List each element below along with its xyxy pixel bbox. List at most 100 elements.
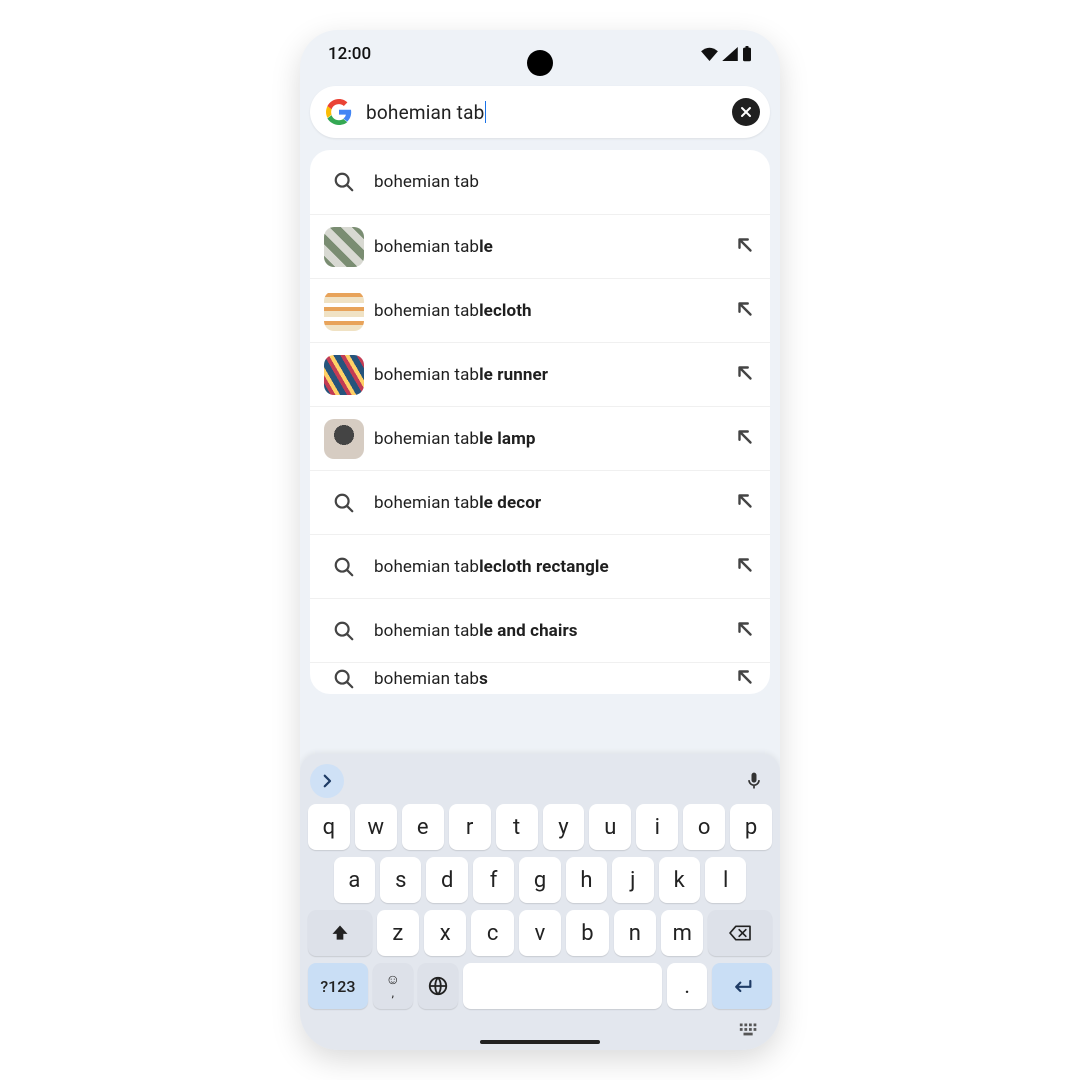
enter-icon: [730, 976, 754, 996]
key-g[interactable]: g: [519, 857, 560, 903]
key-w[interactable]: w: [355, 804, 397, 850]
suggestion-row[interactable]: bohemian table: [310, 214, 770, 278]
key-o[interactable]: o: [683, 804, 725, 850]
suggestion-text: bohemian table: [374, 237, 734, 257]
key-language[interactable]: [418, 963, 458, 1009]
key-f[interactable]: f: [473, 857, 514, 903]
insert-arrow-icon[interactable]: [734, 618, 756, 640]
key-v[interactable]: v: [519, 910, 561, 956]
key-p[interactable]: p: [730, 804, 772, 850]
key-d[interactable]: d: [426, 857, 467, 903]
search-icon: [333, 620, 355, 642]
keyboard-util-row: [306, 1016, 774, 1040]
key-emoji-comma[interactable]: ☺,: [373, 963, 413, 1009]
key-e[interactable]: e: [402, 804, 444, 850]
key-a[interactable]: a: [334, 857, 375, 903]
signal-icon: [722, 47, 738, 61]
suggestion-row[interactable]: bohemian tablecloth: [310, 278, 770, 342]
key-shift[interactable]: [308, 910, 372, 956]
key-numsym[interactable]: ?123: [308, 963, 368, 1009]
suggestion-prefix: bohemian tab: [374, 301, 479, 321]
suggestion-row[interactable]: bohemian tablecloth rectangle: [310, 534, 770, 598]
insert-arrow-icon[interactable]: [734, 490, 756, 512]
key-i[interactable]: i: [636, 804, 678, 850]
insert-suggestion-button[interactable]: [734, 362, 756, 388]
nav-handle[interactable]: [480, 1040, 600, 1044]
insert-suggestion-button[interactable]: [734, 490, 756, 516]
insert-arrow-icon[interactable]: [734, 362, 756, 384]
status-bar: 12:00: [300, 30, 780, 78]
key-m[interactable]: m: [661, 910, 703, 956]
insert-arrow-icon[interactable]: [734, 234, 756, 256]
key-b[interactable]: b: [566, 910, 608, 956]
key-backspace[interactable]: [708, 910, 772, 956]
thumb-image: [324, 291, 364, 331]
keyboard-switch-icon[interactable]: [738, 1018, 760, 1040]
search-bar[interactable]: bohemian tab: [310, 86, 770, 138]
key-t[interactable]: t: [496, 804, 538, 850]
thumb-image: [324, 419, 364, 459]
key-k[interactable]: k: [659, 857, 700, 903]
suggestion-search-icon: [324, 483, 364, 523]
suggestion-row[interactable]: bohemian tab: [310, 150, 770, 214]
key-z[interactable]: z: [377, 910, 419, 956]
key-c[interactable]: c: [471, 910, 513, 956]
suggestion-row[interactable]: bohemian table lamp: [310, 406, 770, 470]
key-h[interactable]: h: [566, 857, 607, 903]
backspace-icon: [728, 923, 752, 943]
key-l[interactable]: l: [705, 857, 746, 903]
key-s[interactable]: s: [380, 857, 421, 903]
insert-suggestion-button[interactable]: [734, 666, 756, 692]
key-enter[interactable]: [712, 963, 772, 1009]
suggestion-row[interactable]: bohemian table and chairs: [310, 598, 770, 662]
suggestion-search-icon: [324, 662, 364, 694]
google-logo-icon: [326, 99, 352, 125]
suggestion-text: bohemian tablecloth rectangle: [374, 557, 734, 577]
suggestion-completion: le and chairs: [479, 621, 578, 641]
insert-suggestion-button[interactable]: [734, 298, 756, 324]
insert-arrow-icon[interactable]: [734, 426, 756, 448]
thumb-image: [324, 355, 364, 395]
suggestion-thumb: [324, 355, 364, 395]
suggestion-row[interactable]: bohemian table runner: [310, 342, 770, 406]
key-space[interactable]: [463, 963, 663, 1009]
key-u[interactable]: u: [589, 804, 631, 850]
suggestion-thumb: [324, 291, 364, 331]
key-j[interactable]: j: [612, 857, 653, 903]
keyboard-expand-button[interactable]: [310, 764, 344, 798]
keyboard: qwertyuiop asdfghjkl zxcvbnm ?123☺,.: [300, 754, 780, 1050]
insert-arrow-icon[interactable]: [734, 666, 756, 688]
suggestion-prefix: bohemian tab: [374, 237, 479, 257]
suggestion-row[interactable]: bohemian table decor: [310, 470, 770, 534]
search-icon: [333, 668, 355, 690]
suggestion-completion: le runner: [479, 365, 548, 385]
key-q[interactable]: q: [308, 804, 350, 850]
suggestion-text: bohemian tablecloth: [374, 301, 734, 321]
globe-icon: [427, 975, 449, 997]
search-input[interactable]: bohemian tab: [366, 101, 732, 124]
battery-icon: [742, 46, 752, 62]
insert-suggestion-button[interactable]: [734, 426, 756, 452]
insert-suggestion-button[interactable]: [734, 234, 756, 260]
wifi-icon: [701, 47, 718, 61]
suggestion-prefix: bohemian tab: [374, 669, 479, 689]
key-y[interactable]: y: [543, 804, 585, 850]
suggestion-thumb: [324, 419, 364, 459]
insert-suggestion-button[interactable]: [734, 554, 756, 580]
insert-arrow-icon[interactable]: [734, 554, 756, 576]
clear-button[interactable]: [732, 98, 760, 126]
key-period[interactable]: .: [667, 963, 707, 1009]
key-x[interactable]: x: [424, 910, 466, 956]
keyboard-mic-button[interactable]: [742, 769, 766, 793]
close-icon: [738, 104, 754, 120]
suggestion-text: bohemian table lamp: [374, 429, 734, 449]
suggestion-text: bohemian table decor: [374, 493, 734, 513]
insert-arrow-icon[interactable]: [734, 298, 756, 320]
suggestion-row[interactable]: bohemian tabs: [310, 662, 770, 694]
key-r[interactable]: r: [449, 804, 491, 850]
key-n[interactable]: n: [614, 910, 656, 956]
thumb-image: [324, 227, 364, 267]
status-icons: [701, 46, 752, 62]
insert-suggestion-button[interactable]: [734, 618, 756, 644]
search-bar-container: bohemian tab: [300, 78, 780, 142]
